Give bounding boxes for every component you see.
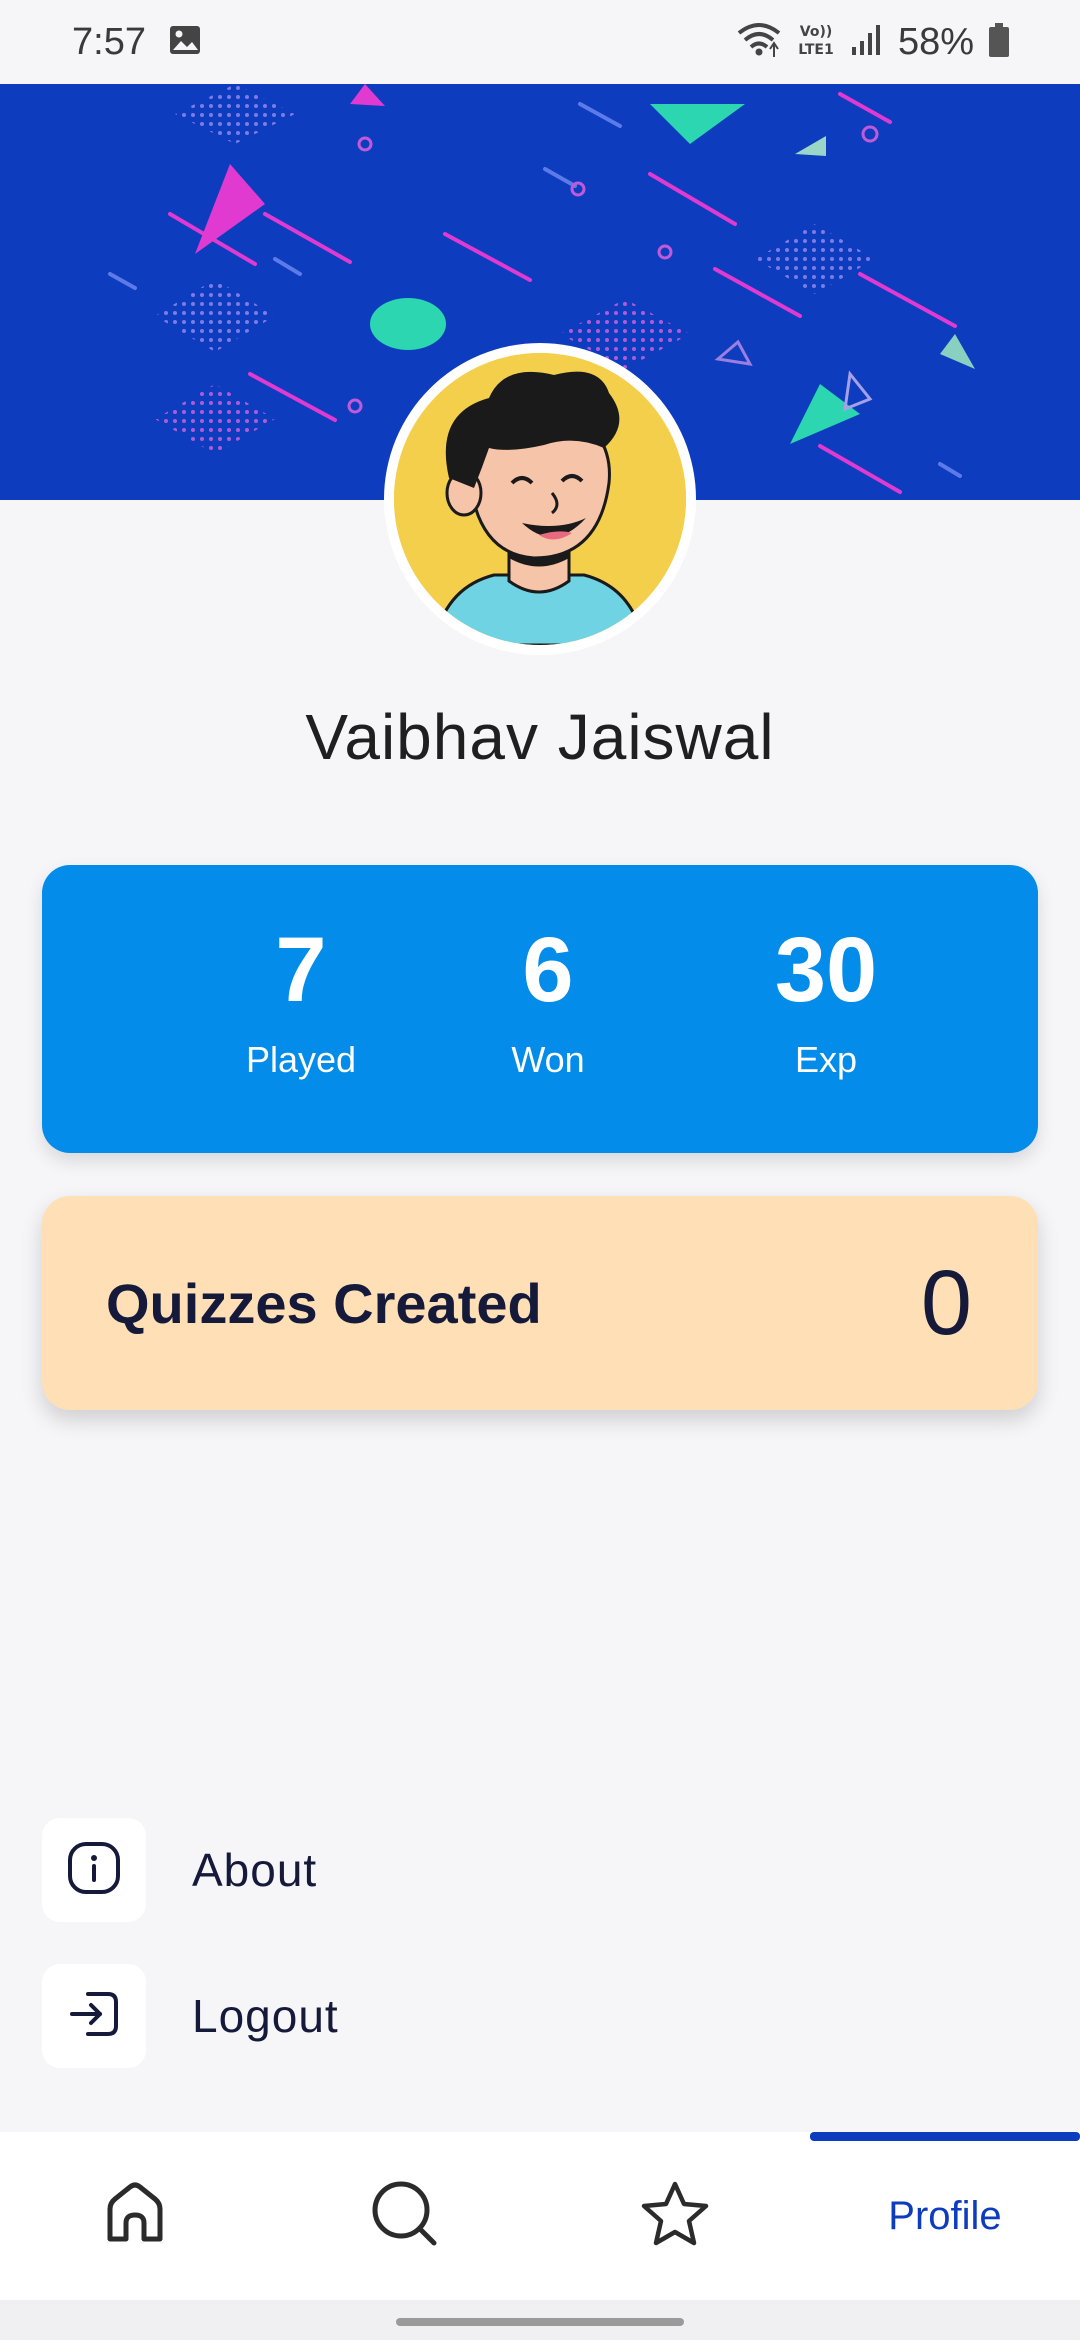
logout-menu-item[interactable]: Logout <box>42 1964 742 2068</box>
stat-exp: 30 Exp <box>716 915 936 1081</box>
user-name: Vaibhav Jaiswal <box>305 701 775 773</box>
battery-percent: 58% <box>897 20 974 63</box>
status-bar: 7:57 Vo)) LTE1 58% <box>0 0 1080 84</box>
info-icon <box>66 1840 122 1901</box>
nav-profile[interactable]: Profile <box>810 2132 1080 2300</box>
battery-icon <box>988 22 1010 63</box>
nav-search[interactable] <box>270 2132 540 2300</box>
gesture-area <box>0 2300 1080 2340</box>
search-icon <box>370 2179 440 2254</box>
stat-won-label: Won <box>511 1039 585 1080</box>
gesture-handle[interactable] <box>396 2318 684 2326</box>
avatar <box>394 353 686 645</box>
home-icon <box>102 2181 168 2252</box>
stat-won-value: 6 <box>522 919 574 1021</box>
logout-icon-box <box>42 1964 146 2068</box>
about-label: About <box>192 1844 318 1896</box>
stat-exp-value: 30 <box>774 919 878 1021</box>
nav-home[interactable] <box>0 2132 270 2300</box>
stat-played-value: 7 <box>275 919 327 1021</box>
stat-played: 7 Played <box>191 915 411 1081</box>
svg-text:LTE1: LTE1 <box>798 42 833 58</box>
quizzes-created-count: 0 <box>920 1251 972 1354</box>
status-time: 7:57 <box>72 20 146 63</box>
stat-won: 6 Won <box>438 915 658 1081</box>
signal-icon <box>850 23 884 62</box>
wifi-icon <box>736 21 782 64</box>
nav-profile-label: Profile <box>888 2193 1002 2238</box>
stats-card: 7 Played 6 Won 30 Exp <box>42 865 1038 1153</box>
stat-exp-label: Exp <box>794 1039 858 1080</box>
about-menu-item[interactable]: About <box>42 1818 742 1922</box>
lte-icon: Vo)) LTE1 <box>796 21 836 63</box>
logout-label: Logout <box>192 1990 339 2042</box>
bottom-nav: Profile <box>0 2132 1080 2300</box>
about-icon-box <box>42 1818 146 1922</box>
avatar-frame <box>384 343 696 655</box>
image-icon <box>168 24 202 61</box>
stat-played-label: Played <box>245 1039 357 1080</box>
logout-icon <box>66 1986 122 2047</box>
nav-favorites[interactable] <box>540 2132 810 2300</box>
star-icon <box>640 2180 710 2253</box>
quizzes-created-label: Quizzes Created <box>106 1271 542 1335</box>
svg-text:Vo)): Vo)) <box>800 24 832 40</box>
quizzes-created-card[interactable]: Quizzes Created 0 <box>42 1196 1038 1410</box>
status-right: Vo)) LTE1 58% <box>736 21 1010 64</box>
status-left: 7:57 <box>72 21 202 64</box>
avatar-illustration <box>394 353 686 645</box>
